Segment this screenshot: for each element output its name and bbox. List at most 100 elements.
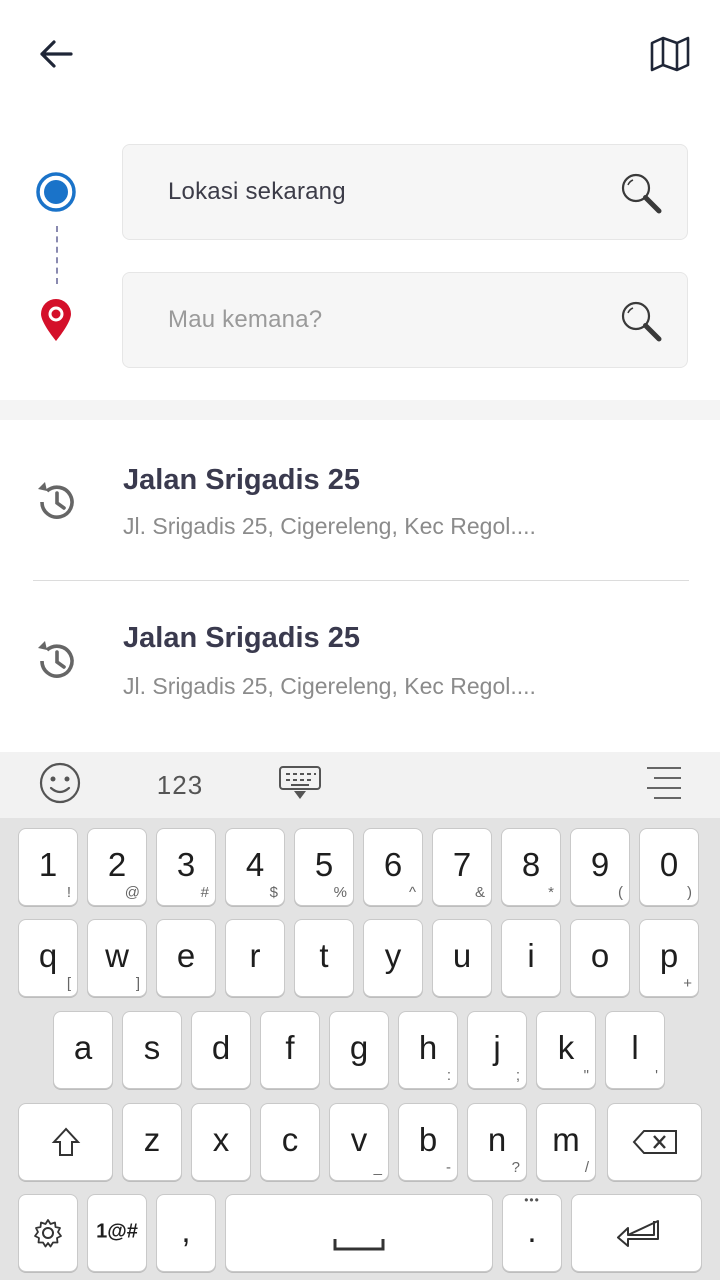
key-label: 5 xyxy=(314,846,334,884)
hide-keyboard-button[interactable] xyxy=(270,752,330,818)
key-alt-label: [ xyxy=(66,975,71,992)
history-list-item[interactable]: Jalan Srigadis 25 Jl. Srigadis 25, Ciger… xyxy=(0,420,720,580)
key-alt-label: % xyxy=(333,884,347,901)
key-5[interactable]: 5% xyxy=(294,828,354,906)
key-n[interactable]: n? xyxy=(467,1103,527,1181)
key-u[interactable]: u xyxy=(432,919,492,997)
key-9[interactable]: 9( xyxy=(570,828,630,906)
key-h[interactable]: h: xyxy=(398,1011,458,1089)
search-icon[interactable] xyxy=(619,299,663,343)
key-8[interactable]: 8 * xyxy=(501,828,561,906)
key-alt-label: $ xyxy=(269,884,278,901)
key-label: . xyxy=(527,1212,537,1250)
key-label: x xyxy=(212,1121,230,1159)
key-label: 4 xyxy=(245,846,265,884)
key-alt-label: : xyxy=(446,1067,451,1084)
space-key[interactable] xyxy=(225,1194,493,1272)
key-label: b xyxy=(418,1121,438,1159)
symbols-key[interactable]: 1@# xyxy=(87,1194,147,1272)
destination-search-input[interactable]: Mau kemana? xyxy=(122,272,688,368)
section-divider xyxy=(0,400,720,420)
key-label: l xyxy=(631,1029,639,1067)
key-1[interactable]: 1! xyxy=(18,828,78,906)
key-label: e xyxy=(176,937,196,975)
smiley-icon xyxy=(39,762,81,809)
key-alt-label: ) xyxy=(687,884,692,901)
key-label: n xyxy=(487,1121,507,1159)
key-label: q xyxy=(38,937,58,975)
key-label: g xyxy=(349,1029,369,1067)
key-label: z xyxy=(143,1121,161,1159)
key-label: 1 xyxy=(38,846,58,884)
history-icon xyxy=(34,639,78,683)
key-q[interactable]: q[ xyxy=(18,919,78,997)
key-0[interactable]: 0) xyxy=(639,828,699,906)
key-w[interactable]: w] xyxy=(87,919,147,997)
key-x[interactable]: x xyxy=(191,1103,251,1181)
key-label: f xyxy=(285,1029,295,1067)
key-label: c xyxy=(281,1121,299,1159)
key-label: 6 xyxy=(383,846,403,884)
key-p[interactable]: p + xyxy=(639,919,699,997)
numbers-toggle-button[interactable]: 123 xyxy=(145,752,215,818)
key-v[interactable]: v _ xyxy=(329,1103,389,1181)
destination-pin-icon xyxy=(38,298,74,342)
emoji-button[interactable] xyxy=(30,752,90,818)
key-label: a xyxy=(73,1029,93,1067)
key-l[interactable]: l ' xyxy=(605,1011,665,1089)
backspace-key[interactable] xyxy=(607,1103,702,1181)
key-s[interactable]: s xyxy=(122,1011,182,1089)
menu-button[interactable] xyxy=(634,752,694,818)
key-g[interactable]: g xyxy=(329,1011,389,1089)
gear-icon xyxy=(19,1195,77,1271)
key-z[interactable]: z xyxy=(122,1103,182,1181)
key-a[interactable]: a xyxy=(53,1011,113,1089)
shift-arrow-icon xyxy=(19,1104,112,1180)
search-icon[interactable] xyxy=(619,171,663,215)
backspace-icon xyxy=(608,1104,701,1180)
key-label: 9 xyxy=(590,846,610,884)
key-label: m xyxy=(552,1121,580,1159)
key-alt-label: ] xyxy=(135,975,140,992)
key-6[interactable]: 6 ^ xyxy=(363,828,423,906)
origin-search-input[interactable]: Lokasi sekarang xyxy=(122,144,688,240)
map-button[interactable] xyxy=(644,34,696,78)
origin-dot-icon xyxy=(36,172,76,212)
key-e[interactable]: e xyxy=(156,919,216,997)
enter-key[interactable] xyxy=(571,1194,702,1272)
history-address: Jl. Srigadis 25, Cigereleng, Kec Regol..… xyxy=(123,513,536,539)
key-j[interactable]: j; xyxy=(467,1011,527,1089)
key-b[interactable]: b- xyxy=(398,1103,458,1181)
key-2[interactable]: 2 @ xyxy=(87,828,147,906)
comma-key[interactable]: , xyxy=(156,1194,216,1272)
key-y[interactable]: y xyxy=(363,919,423,997)
key-t[interactable]: t xyxy=(294,919,354,997)
key-o[interactable]: o xyxy=(570,919,630,997)
history-list-item[interactable]: Jalan Srigadis 25 Jl. Srigadis 25, Ciger… xyxy=(0,580,720,740)
key-alt-label: + xyxy=(683,975,692,992)
key-d[interactable]: d xyxy=(191,1011,251,1089)
key-c[interactable]: c xyxy=(260,1103,320,1181)
history-address: Jl. Srigadis 25, Cigereleng, Kec Regol..… xyxy=(123,673,536,699)
key-f[interactable]: f xyxy=(260,1011,320,1089)
key-label: j xyxy=(493,1029,501,1067)
history-title: Jalan Srigadis 25 xyxy=(123,464,360,496)
key-label: 2 xyxy=(107,846,127,884)
key-label: o xyxy=(590,937,610,975)
shift-key[interactable] xyxy=(18,1103,113,1181)
key-label: 7 xyxy=(452,846,472,884)
key-i[interactable]: i xyxy=(501,919,561,997)
key-label: h xyxy=(418,1029,438,1067)
period-key[interactable]: . ••• xyxy=(502,1193,562,1272)
key-7[interactable]: 7 & xyxy=(432,828,492,906)
key-label: y xyxy=(384,937,402,975)
key-k[interactable]: k " xyxy=(536,1011,596,1089)
key-m[interactable]: m / xyxy=(536,1103,596,1181)
key-3[interactable]: 3 # xyxy=(156,828,216,906)
settings-key[interactable] xyxy=(18,1194,78,1272)
key-label: k xyxy=(557,1029,575,1067)
key-r[interactable]: r xyxy=(225,919,285,997)
key-4[interactable]: 4 $ xyxy=(225,828,285,906)
key-label: 3 xyxy=(176,846,196,884)
back-button[interactable] xyxy=(30,34,82,78)
